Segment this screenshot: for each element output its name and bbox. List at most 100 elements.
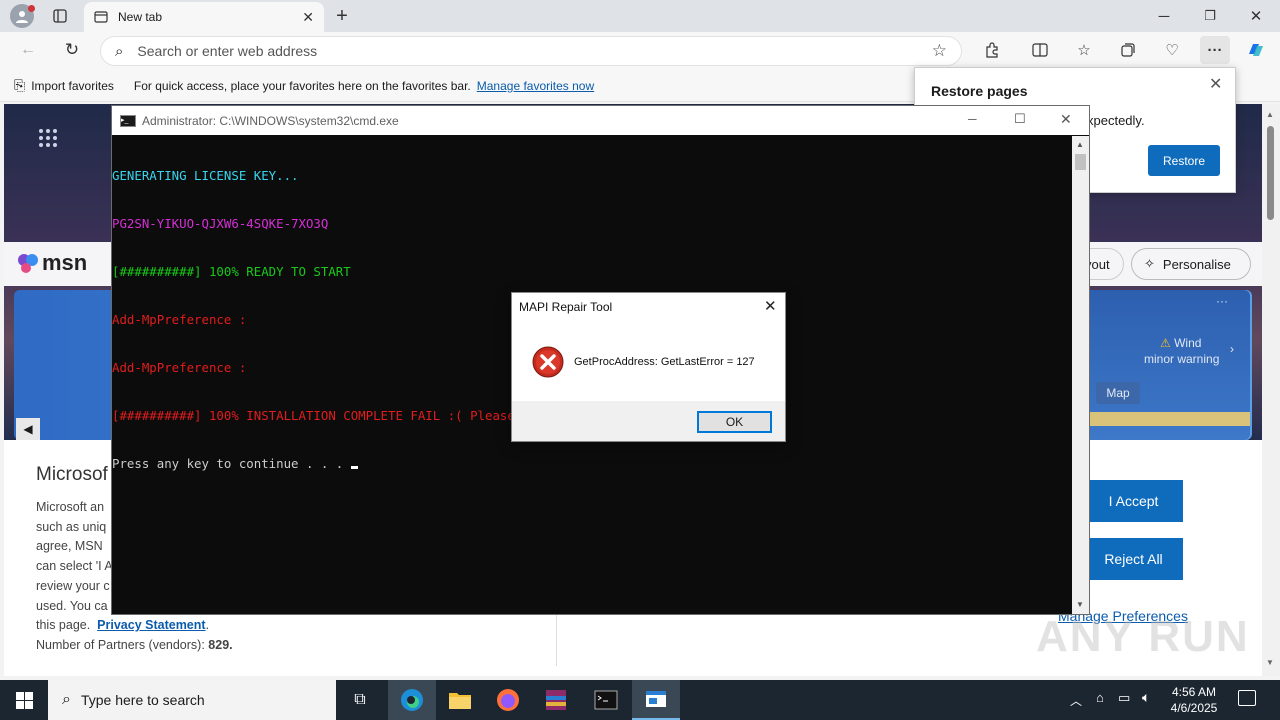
error-x-icon xyxy=(532,346,564,378)
msn-logo[interactable]: msn xyxy=(16,250,87,276)
console-cursor xyxy=(350,466,358,469)
folder-icon xyxy=(449,693,471,709)
tray-device-icon[interactable]: ⌂ xyxy=(1096,690,1104,705)
cmd-titlebar[interactable]: ▸_ Administrator: C:\WINDOWS\system32\cm… xyxy=(112,106,1089,135)
ok-button[interactable]: OK xyxy=(697,411,772,433)
weather-alert[interactable]: ⚠ Wind xyxy=(1160,336,1201,350)
start-button[interactable] xyxy=(0,680,48,720)
tray-network-icon[interactable]: ▭ xyxy=(1118,690,1130,706)
cmd-scroll-up-icon[interactable]: ▲ xyxy=(1076,140,1084,149)
carousel-prev-icon[interactable]: ◀ xyxy=(16,418,40,440)
tab-new-tab[interactable]: New tab ✕ xyxy=(84,2,324,32)
restore-close-icon[interactable]: ✕ xyxy=(1209,74,1222,94)
extensions-icon[interactable] xyxy=(980,38,1004,62)
settings-more-button[interactable]: ··· xyxy=(1200,36,1230,64)
address-bar[interactable]: ⌕ Search or enter web address ☆ xyxy=(100,36,962,66)
watermark: ANY RUN xyxy=(1036,612,1250,661)
restore-title: Restore pages xyxy=(931,83,1028,99)
weather-card: ··· ⚠ Wind minor warning › Map xyxy=(1090,290,1250,440)
weather-map-strip xyxy=(1090,412,1250,426)
console-line: GENERATING LICENSE KEY... xyxy=(112,168,299,183)
minimize-button[interactable]: ─ xyxy=(1150,4,1178,28)
taskbar-explorer[interactable] xyxy=(436,680,484,720)
taskbar-search-input[interactable]: Type here to search xyxy=(81,692,205,708)
reject-label: Reject All xyxy=(1104,551,1163,567)
address-input[interactable]: Search or enter web address xyxy=(137,43,317,59)
cmd-close-button[interactable]: ✕ xyxy=(1060,111,1072,128)
dialog-close-icon[interactable]: ✕ xyxy=(764,297,777,315)
error-dialog: MAPI Repair Tool ✕ GetProcAddress: GetLa… xyxy=(511,292,786,442)
cmd-title: Administrator: C:\WINDOWS\system32\cmd.e… xyxy=(142,113,399,128)
consent-title: Microsof xyxy=(36,464,108,485)
cmd-scroll-thumb[interactable] xyxy=(1075,154,1086,170)
new-tab-button[interactable]: + xyxy=(330,4,354,28)
edge-icon xyxy=(401,689,423,711)
cmd-minimize-button[interactable]: ─ xyxy=(968,112,977,126)
add-favorite-star-icon[interactable]: ☆ xyxy=(932,41,947,61)
tab-close-icon[interactable]: ✕ xyxy=(302,9,314,26)
weather-map-tab[interactable]: Map xyxy=(1096,382,1140,404)
accept-label: I Accept xyxy=(1108,493,1159,509)
tab-actions-button[interactable] xyxy=(48,4,72,28)
new-tab-page-icon xyxy=(94,11,108,23)
favorites-icon[interactable]: ☆ xyxy=(1072,38,1096,62)
terminal-icon xyxy=(594,690,618,710)
accept-button[interactable]: I Accept xyxy=(1084,480,1183,522)
dialog-message: GetProcAddress: GetLastError = 127 xyxy=(574,356,755,368)
taskbar-firefox[interactable] xyxy=(484,680,532,720)
scroll-up-icon[interactable]: ▲ xyxy=(1266,110,1274,119)
cmd-app-icon: ▸_ xyxy=(120,114,136,127)
warning-icon: ⚠ xyxy=(1160,336,1171,350)
taskbar-edge[interactable] xyxy=(388,680,436,720)
browser-essentials-icon[interactable]: ♡ xyxy=(1160,38,1184,62)
grid-glyph xyxy=(39,129,57,147)
manage-favorites-link[interactable]: Manage favorites now xyxy=(477,79,594,93)
cmd-scrollbar[interactable]: ▲ ▼ xyxy=(1072,136,1089,614)
import-favorites-button[interactable]: Import favorites xyxy=(31,79,114,93)
notification-center-icon[interactable] xyxy=(1238,690,1256,706)
page-scroll-thumb[interactable] xyxy=(1267,126,1274,220)
taskbar-mapi-app[interactable] xyxy=(632,680,680,720)
restore-message: xpectedly. xyxy=(1087,113,1145,128)
collections-icon[interactable] xyxy=(1116,38,1140,62)
restore-button-label: Restore xyxy=(1162,153,1206,168)
split-icon xyxy=(1032,43,1048,57)
partners-count: 829. xyxy=(208,637,233,652)
reject-all-button[interactable]: Reject All xyxy=(1084,538,1183,580)
split-screen-icon[interactable] xyxy=(1028,38,1052,62)
personalise-button[interactable]: ✧ Personalise xyxy=(1131,248,1251,280)
weather-more-icon[interactable]: ··· xyxy=(1216,294,1228,308)
weather-alert-label: Wind xyxy=(1174,336,1202,350)
import-favorites-icon: ⎘ xyxy=(14,77,26,93)
refresh-icon[interactable]: ↻ xyxy=(60,38,84,62)
search-icon: ⌕ xyxy=(115,42,124,60)
taskbar: ⌕ Type here to search ⧉ ︿ ⌂ ▭ 🔈︎ 4:56 AM… xyxy=(0,680,1280,720)
copilot-icon[interactable] xyxy=(1244,38,1268,62)
apps-grid-icon[interactable] xyxy=(38,128,58,148)
window-app-icon xyxy=(646,691,666,707)
taskbar-winrar[interactable] xyxy=(532,680,580,720)
back-icon[interactable]: ← xyxy=(16,38,40,62)
cmd-scroll-down-icon[interactable]: ▼ xyxy=(1076,600,1084,609)
taskbar-search[interactable]: ⌕ Type here to search xyxy=(48,680,336,720)
weather-next-icon[interactable]: › xyxy=(1230,342,1234,356)
console-line: PG2SN-YIKUO-QJXW6-4SQKE-7XO3Q xyxy=(112,216,329,231)
cmd-maximize-button[interactable]: ☐ xyxy=(1014,111,1026,127)
taskbar-terminal[interactable] xyxy=(582,680,630,720)
restore-button[interactable]: Restore xyxy=(1148,145,1220,176)
clock-time: 4:56 AM xyxy=(1171,685,1217,699)
page-scrollbar[interactable]: ▲ ▼ xyxy=(1262,104,1280,676)
close-window-button[interactable]: ✕ xyxy=(1242,4,1270,28)
console-line: [##########] 100% READY TO START xyxy=(112,264,351,279)
tab-title: New tab xyxy=(118,10,163,24)
task-view-button[interactable]: ⧉ xyxy=(336,680,384,720)
scroll-down-icon[interactable]: ▼ xyxy=(1266,658,1274,667)
profile-icon xyxy=(16,11,28,23)
restore-window-button[interactable]: ❐ xyxy=(1196,4,1224,28)
weather-alert-sub: minor warning xyxy=(1144,352,1220,366)
personalise-icon: ✧ xyxy=(1144,256,1155,271)
privacy-statement-link[interactable]: Privacy Statement xyxy=(97,618,205,632)
tray-clock[interactable]: 4:56 AM 4/6/2025 xyxy=(1166,684,1222,716)
tray-chevron-icon[interactable]: ︿ xyxy=(1070,692,1082,709)
tray-volume-icon[interactable]: 🔈︎ xyxy=(1142,689,1150,706)
